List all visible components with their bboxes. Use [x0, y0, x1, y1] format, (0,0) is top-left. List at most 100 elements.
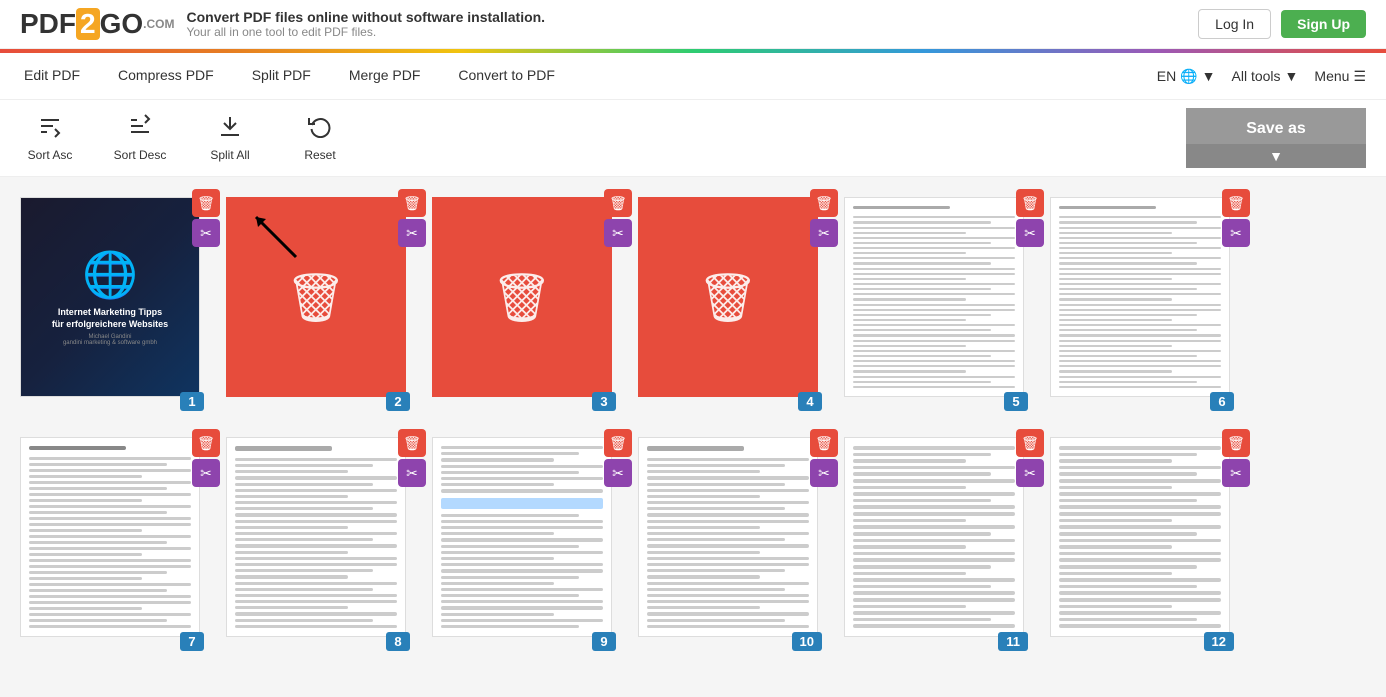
nav-split-pdf[interactable]: Split PDF [248, 53, 315, 99]
page-card-9: 🗑 ✂ 9 [432, 437, 622, 657]
alltools-chevron-icon: ▼ [1285, 68, 1299, 84]
menu-icon: ☰ [1353, 68, 1366, 85]
logo-go: GO [100, 8, 144, 40]
page-8-text-content [227, 438, 405, 636]
nav-convert-to-pdf[interactable]: Convert to PDF [454, 53, 558, 99]
trash-icon: 🗑 [1227, 195, 1245, 212]
save-as-chevron-icon: ▼ [1186, 144, 1366, 168]
page-1-scissors-button[interactable]: ✂ [192, 219, 220, 247]
tagline-main: Convert PDF files online without softwar… [186, 9, 545, 25]
page-7-scissors-button[interactable]: ✂ [192, 459, 220, 487]
page-8-delete-button[interactable]: 🗑 [398, 429, 426, 457]
save-as-button[interactable]: Save as ▼ [1186, 108, 1366, 168]
page-4-number: 4 [798, 392, 822, 411]
page-6-scissors-button[interactable]: ✂ [1222, 219, 1250, 247]
trash-icon: 🗑 [403, 435, 421, 452]
page-11-scissors-button[interactable]: ✂ [1016, 459, 1044, 487]
signup-button[interactable]: Sign Up [1281, 10, 1366, 38]
page-10-scissors-button[interactable]: ✂ [810, 459, 838, 487]
trash-icon: 🗑 [815, 435, 833, 452]
page-6-delete-button[interactable]: 🗑 [1222, 189, 1250, 217]
scissors-icon: ✂ [818, 225, 830, 242]
page-card-11: 🗑 ✂ 11 [844, 437, 1034, 657]
pages-row-1: 🌐 Internet Marketing Tippsfür erfolgreic… [20, 197, 1366, 417]
page-thumbnail-5 [844, 197, 1024, 397]
header-actions: Log In Sign Up [1198, 9, 1366, 39]
page-8-scissors-button[interactable]: ✂ [398, 459, 426, 487]
deleted-trash-icon-3: 🗑 [492, 269, 553, 326]
login-button[interactable]: Log In [1198, 9, 1271, 39]
page-3-delete-button[interactable]: 🗑 [604, 189, 632, 217]
page-4-scissors-button[interactable]: ✂ [810, 219, 838, 247]
logo: PDF 2 GO .COM [20, 8, 174, 40]
page-11-number: 11 [998, 632, 1028, 651]
menu-button[interactable]: Menu ☰ [1314, 68, 1366, 85]
page-1-delete-button[interactable]: 🗑 [192, 189, 220, 217]
page-card-2: 🗑 🗑 ✂ 2 [226, 197, 416, 417]
page-2-scissors-button[interactable]: ✂ [398, 219, 426, 247]
arrow-cursor-indicator [246, 207, 306, 272]
page-card-6: 🗑 ✂ 6 [1050, 197, 1240, 417]
page-5-actions: 🗑 ✂ [1016, 189, 1044, 247]
page-3-scissors-button[interactable]: ✂ [604, 219, 632, 247]
page-12-scissors-button[interactable]: ✂ [1222, 459, 1250, 487]
menu-label: Menu [1314, 68, 1349, 84]
page-12-number: 12 [1204, 632, 1234, 651]
split-all-label: Split All [210, 148, 249, 162]
page-12-actions: 🗑 ✂ [1222, 429, 1250, 487]
reset-button[interactable]: Reset [290, 114, 350, 162]
scissors-icon: ✂ [612, 225, 624, 242]
nav-links: Edit PDF Compress PDF Split PDF Merge PD… [20, 53, 559, 99]
all-tools-dropdown[interactable]: All tools ▼ [1232, 68, 1299, 84]
sort-asc-button[interactable]: Sort Asc [20, 114, 80, 162]
page-9-text-content [433, 438, 611, 636]
page-3-number: 3 [592, 392, 616, 411]
language-selector[interactable]: EN 🌐 ▼ [1157, 68, 1216, 85]
page-4-delete-button[interactable]: 🗑 [810, 189, 838, 217]
trash-icon: 🗑 [1021, 435, 1039, 452]
nav-edit-pdf[interactable]: Edit PDF [20, 53, 84, 99]
page-12-text-content [1051, 438, 1229, 636]
page-7-number: 7 [180, 632, 204, 651]
globe-icon: 🌐 [1180, 68, 1197, 85]
page-thumbnail-3: 🗑 [432, 197, 612, 397]
page-thumbnail-10 [638, 437, 818, 637]
page-8-actions: 🗑 ✂ [398, 429, 426, 487]
nav-compress-pdf[interactable]: Compress PDF [114, 53, 218, 99]
trash-icon: 🗑 [609, 195, 627, 212]
split-all-button[interactable]: Split All [200, 114, 260, 162]
page-10-number: 10 [792, 632, 822, 651]
scissors-icon: ✂ [1230, 465, 1242, 482]
split-all-icon [218, 114, 242, 144]
page-5-scissors-button[interactable]: ✂ [1016, 219, 1044, 247]
page-card-1: 🌐 Internet Marketing Tippsfür erfolgreic… [20, 197, 210, 417]
page-11-delete-button[interactable]: 🗑 [1016, 429, 1044, 457]
page-10-delete-button[interactable]: 🗑 [810, 429, 838, 457]
page-10-actions: 🗑 ✂ [810, 429, 838, 487]
page-7-delete-button[interactable]: 🗑 [192, 429, 220, 457]
page-6-number: 6 [1210, 392, 1234, 411]
scissors-icon: ✂ [200, 225, 212, 242]
page-9-delete-button[interactable]: 🗑 [604, 429, 632, 457]
page-2-number: 2 [386, 392, 410, 411]
page-5-delete-button[interactable]: 🗑 [1016, 189, 1044, 217]
page-thumbnail-1: 🌐 Internet Marketing Tippsfür erfolgreic… [20, 197, 200, 397]
tagline-sub: Your all in one tool to edit PDF files. [186, 25, 545, 39]
all-tools-label: All tools [1232, 68, 1281, 84]
page-1-number: 1 [180, 392, 204, 411]
trash-icon: 🗑 [197, 435, 215, 452]
sort-desc-button[interactable]: Sort Desc [110, 114, 170, 162]
cover-author: Michael Gandinigandini marketing & softw… [63, 334, 157, 346]
reset-icon [308, 114, 332, 144]
page-9-number: 9 [592, 632, 616, 651]
trash-icon: 🗑 [1227, 435, 1245, 452]
page-9-scissors-button[interactable]: ✂ [604, 459, 632, 487]
trash-icon: 🗑 [1021, 195, 1039, 212]
nav-merge-pdf[interactable]: Merge PDF [345, 53, 425, 99]
page-12-delete-button[interactable]: 🗑 [1222, 429, 1250, 457]
page-2-delete-button[interactable]: 🗑 [398, 189, 426, 217]
page-card-10: 🗑 ✂ 10 [638, 437, 828, 657]
scissors-icon: ✂ [406, 465, 418, 482]
lang-label: EN [1157, 68, 1176, 84]
page-card-7: 🗑 ✂ 7 [20, 437, 210, 657]
